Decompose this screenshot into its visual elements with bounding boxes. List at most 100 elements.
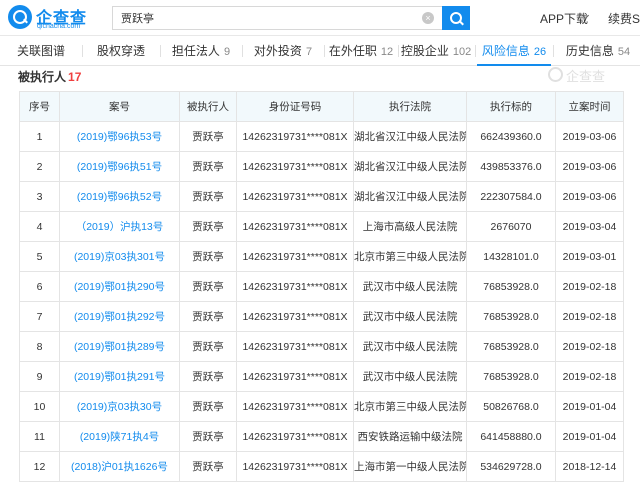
tab-divider [475,45,476,57]
cell-person: 贾跃亭 [179,121,237,152]
cell-court: 武汉市中级人民法院 [353,361,467,392]
cell-id-number: 14262319731****081X [236,121,354,152]
table-row: 6 (2019)鄂01执290号 贾跃亭 14262319731****081X 武汉市… [19,271,624,302]
cell-index: 9 [19,361,60,392]
cell-index: 12 [19,451,60,482]
cell-amount: 50826768.0 [466,391,556,422]
cell-person: 贾跃亭 [179,301,237,332]
cell-case-no[interactable]: (2019)鄂01执290号 [59,271,180,302]
cell-court: 武汉市中级人民法院 [353,331,467,362]
cell-filing-date: 2019-02-18 [555,331,624,362]
cell-filing-date: 2019-03-01 [555,241,624,272]
clear-icon[interactable]: × [422,12,434,24]
site-logo[interactable]: 企查查 qichacha.com [8,4,98,32]
cell-index: 11 [19,421,60,452]
watermark: 企查查 [566,69,606,84]
header-court: 执行法院 [353,91,467,122]
tab-investments[interactable]: 对外投资 7 [243,36,323,66]
table-row: 11 (2019)陕71执4号 贾跃亭 14262319731****081X 西安铁路… [19,421,624,452]
table-row: 8 (2019)鄂01执289号 贾跃亭 14262319731****081X 武汉市… [19,331,624,362]
search-button[interactable] [442,6,470,30]
cell-court: 上海市高级人民法院 [353,211,467,242]
cell-case-no[interactable]: (2019)鄂01执292号 [59,301,180,332]
header-case-no: 案号 [59,91,180,122]
tab-holding-companies[interactable]: 控股企业 102 [398,36,474,66]
cell-amount: 439853376.0 [466,151,556,182]
tab-history-info[interactable]: 历史信息 54 [557,36,639,66]
cell-person: 贾跃亭 [179,451,237,482]
tab-positions[interactable]: 在外任职 12 [325,36,397,66]
cell-case-no[interactable]: (2019)鄂96执52号 [59,181,180,212]
cell-id-number: 14262319731****081X [236,211,354,242]
logo-subtext: qichacha.com [37,23,81,30]
search-input[interactable] [112,6,442,30]
cell-filing-date: 2019-01-04 [555,421,624,452]
cell-filing-date: 2019-03-06 [555,151,624,182]
cell-index: 5 [19,241,60,272]
cell-filing-date: 2019-03-06 [555,121,624,152]
cell-court: 武汉市中级人民法院 [353,271,467,302]
cell-case-no[interactable]: (2019)鄂96执51号 [59,151,180,182]
cell-filing-date: 2019-01-04 [555,391,624,422]
cell-id-number: 14262319731****081X [236,301,354,332]
cell-court: 北京市第三中级人民法院 [353,241,467,272]
cell-filing-date: 2019-03-06 [555,181,624,212]
table-row: 1 (2019)鄂96执53号 贾跃亭 14262319731****081X 湖北省汉… [19,121,624,152]
header-person: 被执行人 [179,91,237,122]
cell-amount: 76853928.0 [466,301,556,332]
watermark-logo-icon [548,67,563,82]
header-id-number: 身份证号码 [236,91,354,122]
cell-amount: 14328101.0 [466,241,556,272]
cell-case-no[interactable]: (2019)鄂01执289号 [59,331,180,362]
cell-case-no[interactable]: (2019)鄂01执291号 [59,361,180,392]
cell-id-number: 14262319731****081X [236,391,354,422]
app-download-link[interactable]: APP下载 [540,10,588,27]
search-bar: × [112,6,470,30]
top-bar: 企查查 qichacha.com × APP下载 续费SV [0,0,640,36]
table-row: 3 (2019)鄂96执52号 贾跃亭 14262319731****081X 湖北省汉… [19,181,624,212]
cell-amount: 641458880.0 [466,421,556,452]
tab-relation-graph[interactable]: 关联图谱 [0,36,82,66]
cell-id-number: 14262319731****081X [236,241,354,272]
cell-index: 10 [19,391,60,422]
table-row: 5 (2019)京03执301号 贾跃亭 14262319731****081X 北京市… [19,241,624,272]
logo-icon [8,5,32,29]
cell-id-number: 14262319731****081X [236,151,354,182]
cell-person: 贾跃亭 [179,331,237,362]
cell-court: 湖北省汉江中级人民法院 [353,181,467,212]
cell-amount: 76853928.0 [466,331,556,362]
tab-equity-penetration[interactable]: 股权穿透 [83,36,159,66]
table-row: 12 (2018)沪01执1626号 贾跃亭 14262319731****081X 上… [19,451,624,482]
cell-person: 贾跃亭 [179,211,237,242]
cell-amount: 662439360.0 [466,121,556,152]
header-amount: 执行标的 [466,91,556,122]
table-row: 9 (2019)鄂01执291号 贾跃亭 14262319731****081X 武汉市… [19,361,624,392]
cell-case-no[interactable]: (2019)陕71执4号 [59,421,180,452]
cell-id-number: 14262319731****081X [236,361,354,392]
cell-index: 1 [19,121,60,152]
cell-amount: 76853928.0 [466,271,556,302]
table-header-row: 序号 案号 被执行人 身份证号码 执行法院 执行标的 立案时间 [19,91,624,122]
cell-filing-date: 2019-03-04 [555,211,624,242]
user-menu[interactable]: 续费SV [608,10,640,27]
tab-legal-rep[interactable]: 担任法人 9 [161,36,241,66]
cell-court: 北京市第三中级人民法院 [353,391,467,422]
cell-person: 贾跃亭 [179,151,237,182]
cell-case-no[interactable]: (2018)沪01执1626号 [59,451,180,482]
table-row: 2 (2019)鄂96执51号 贾跃亭 14262319731****081X 湖北省汉… [19,151,624,182]
cell-index: 7 [19,301,60,332]
cell-case-no[interactable]: （2019）沪执13号 [59,211,180,242]
cell-amount: 222307584.0 [466,181,556,212]
cell-court: 湖北省汉江中级人民法院 [353,151,467,182]
cell-index: 2 [19,151,60,182]
cell-amount: 2676070 [466,211,556,242]
cell-case-no[interactable]: (2019)京03执301号 [59,241,180,272]
table-row: 10 (2019)京03执30号 贾跃亭 14262319731****081X 北京市… [19,391,624,422]
cell-index: 4 [19,211,60,242]
cell-case-no[interactable]: (2019)鄂96执53号 [59,121,180,152]
cell-case-no[interactable]: (2019)京03执30号 [59,391,180,422]
tab-risk-info[interactable]: 风险信息 26 [477,36,551,66]
enforcement-table: 序号 案号 被执行人 身份证号码 执行法院 执行标的 立案时间 1 (2019)鄂… [19,91,624,482]
cell-person: 贾跃亭 [179,391,237,422]
cell-filing-date: 2019-02-18 [555,271,624,302]
